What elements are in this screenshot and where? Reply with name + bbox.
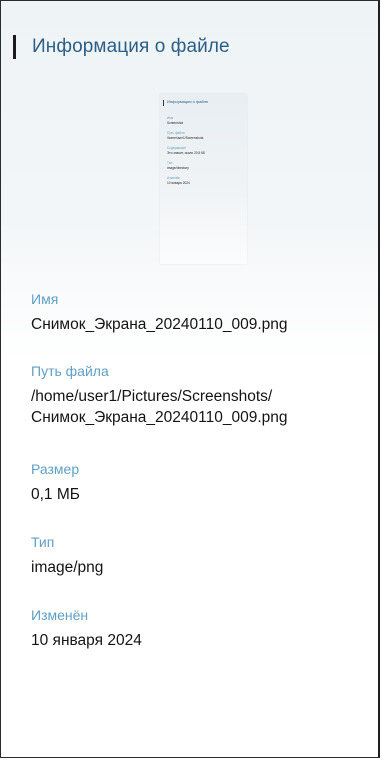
field-type: Тип image/png bbox=[31, 534, 103, 578]
field-path-value-line2: Снимок_Экрана_20240110_009.png bbox=[31, 409, 288, 426]
thumbnail-value: Это значит, около 20,5 КБ bbox=[167, 151, 206, 155]
thumbnail-value: Screenshot bbox=[167, 121, 184, 125]
file-preview-thumbnail[interactable]: Информация о файле Имя Screenshot Путь ф… bbox=[160, 94, 247, 264]
thumbnail-label: Содержимое bbox=[167, 146, 187, 150]
thumbnail-title: Информация о файле bbox=[167, 99, 209, 104]
file-info-panel: Информация о файле Информация о файле Им… bbox=[0, 0, 380, 758]
header-accent-bar bbox=[13, 35, 16, 59]
field-path-value-line1: /home/user1/Pictures/Screenshots/ bbox=[31, 388, 273, 405]
field-type-value: image/png bbox=[31, 559, 104, 576]
panel-header: Информация о файле bbox=[13, 34, 230, 60]
field-name: Имя Снимок_Экрана_20240110_009.png bbox=[31, 291, 288, 335]
thumbnail-label: Путь файла bbox=[167, 131, 185, 135]
field-size-value: 0,1 МБ bbox=[31, 486, 80, 503]
field-size-label: Размер bbox=[31, 461, 80, 477]
page-title: Информация о файле bbox=[32, 36, 230, 57]
field-path: Путь файла /home/user1/Pictures/Screensh… bbox=[31, 363, 288, 428]
thumbnail-label: Изменён bbox=[167, 176, 181, 180]
thumbnail-accent-bar bbox=[163, 100, 164, 106]
thumbnail-label: Тип bbox=[167, 161, 173, 165]
field-type-label: Тип bbox=[31, 534, 55, 550]
field-path-label: Путь файла bbox=[31, 363, 109, 379]
thumbnail-value: image/directory bbox=[167, 166, 189, 170]
field-name-value: Снимок_Экрана_20240110_009.png bbox=[31, 316, 288, 333]
field-size: Размер 0,1 МБ bbox=[31, 461, 80, 505]
field-name-label: Имя bbox=[31, 291, 59, 307]
field-modified: Изменён 10 января 2024 bbox=[31, 607, 142, 651]
thumbnail-value: /home/user1/Screenshots bbox=[167, 136, 204, 140]
thumbnail-label: Имя bbox=[167, 116, 174, 120]
thumbnail-value: 10 января 2024 bbox=[167, 181, 190, 185]
field-modified-label: Изменён bbox=[31, 607, 89, 623]
field-modified-value: 10 января 2024 bbox=[31, 632, 142, 649]
